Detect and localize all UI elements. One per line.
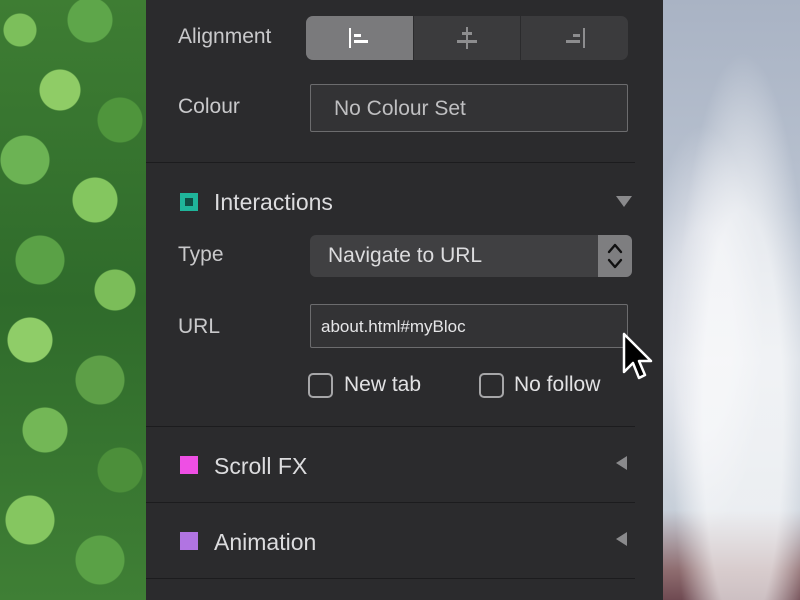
collapse-triangle-icon[interactable] (616, 196, 632, 207)
up-down-chevron-icon (607, 243, 623, 269)
interactions-section-icon (180, 193, 198, 211)
interaction-type-value: Navigate to URL (328, 244, 483, 267)
align-left-button[interactable] (306, 16, 414, 60)
align-right-icon (565, 28, 585, 48)
align-left-icon (349, 28, 369, 48)
section-divider (146, 426, 635, 427)
no-follow-checkbox[interactable] (479, 373, 504, 398)
url-input[interactable]: about.html#myBloc (310, 304, 628, 348)
select-stepper[interactable] (598, 235, 632, 277)
section-divider (146, 578, 635, 579)
animation-section-icon (180, 532, 198, 550)
url-label: URL (178, 315, 221, 338)
align-center-icon (457, 27, 477, 49)
background-image-right (663, 0, 800, 600)
mouse-cursor-icon (622, 332, 653, 380)
interaction-type-select[interactable]: Navigate to URL (310, 235, 632, 277)
scroll-fx-section-title[interactable]: Scroll FX (214, 453, 307, 480)
expand-triangle-icon[interactable] (616, 456, 627, 470)
no-follow-label[interactable]: No follow (514, 373, 600, 397)
align-right-button[interactable] (521, 16, 628, 60)
interactions-section-title[interactable]: Interactions (214, 189, 333, 216)
alignment-segmented-control (306, 16, 628, 60)
expand-triangle-icon[interactable] (616, 532, 627, 546)
align-center-button[interactable] (414, 16, 522, 60)
section-divider (146, 162, 635, 163)
new-tab-label[interactable]: New tab (344, 373, 421, 397)
new-tab-checkbox[interactable] (308, 373, 333, 398)
scroll-fx-section-icon (180, 456, 198, 474)
alignment-label: Alignment (178, 25, 272, 48)
animation-section-title[interactable]: Animation (214, 529, 316, 556)
colour-label: Colour (178, 95, 240, 118)
colour-picker-field[interactable]: No Colour Set (310, 84, 628, 132)
type-label: Type (178, 243, 224, 266)
properties-panel: Alignment Colour No Colour Set Interacti… (146, 0, 663, 600)
section-divider (146, 502, 635, 503)
background-image-left (0, 0, 146, 600)
